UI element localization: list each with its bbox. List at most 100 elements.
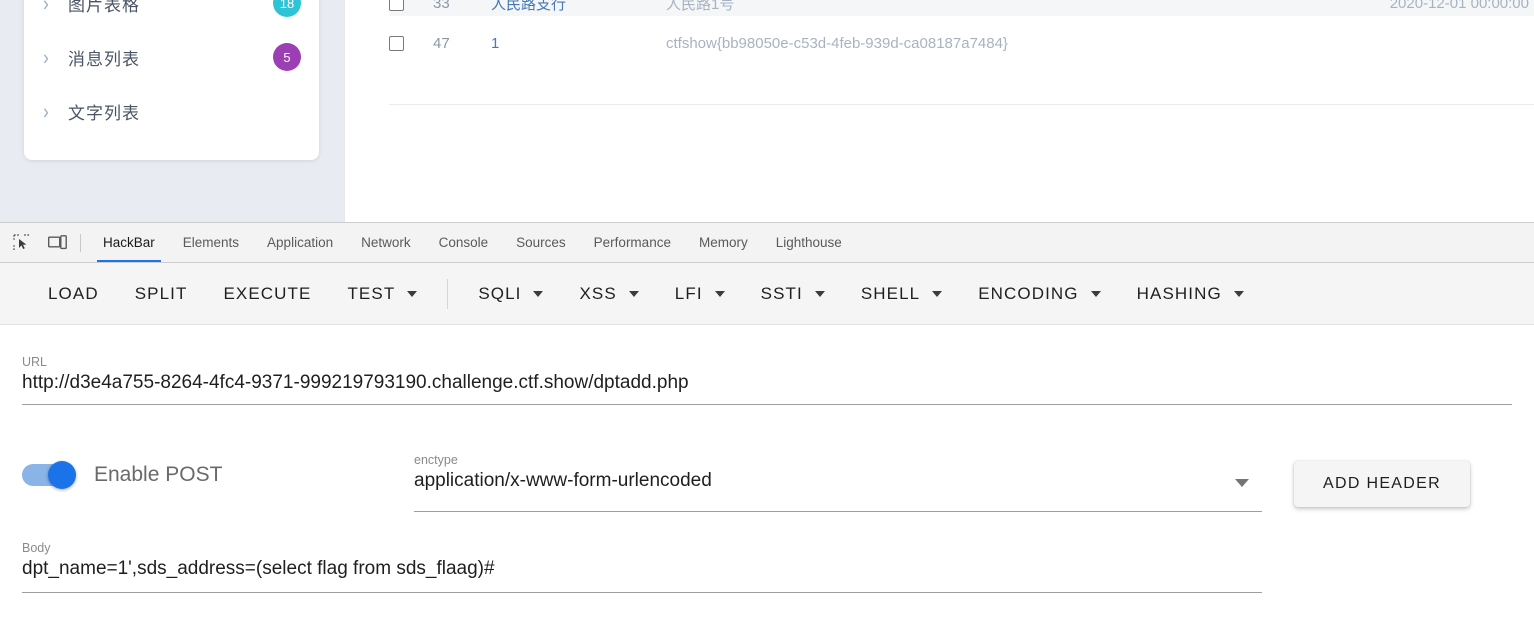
table-row[interactable]: 33 人民路支行 人民路1号 2020-12-01 00:00:00 bbox=[389, 0, 1534, 16]
button-label: XSS bbox=[579, 283, 617, 303]
button-label: SPLIT bbox=[134, 283, 188, 303]
ssti-menu[interactable]: SSTI bbox=[743, 278, 843, 310]
shell-menu[interactable]: SHELL bbox=[843, 278, 960, 310]
chevron-down-icon bbox=[932, 290, 943, 297]
body-label: Body bbox=[22, 541, 51, 555]
chevron-down-icon bbox=[407, 290, 418, 297]
load-button[interactable]: LOAD bbox=[30, 278, 117, 310]
chevron-right-icon: › bbox=[43, 0, 49, 15]
sidebar-item-badge: 18 bbox=[273, 0, 301, 17]
cell-id: 33 bbox=[433, 0, 450, 12]
tab-console[interactable]: Console bbox=[425, 223, 503, 262]
button-label: HASHING bbox=[1136, 283, 1222, 303]
url-field-group: URL http://d3e4a755-8264-4fc4-9371-99921… bbox=[22, 355, 1512, 394]
chevron-down-icon bbox=[714, 290, 725, 297]
sidebar-item-image-table[interactable]: › 图片表格 18 bbox=[24, 0, 319, 30]
chevron-down-icon bbox=[1233, 290, 1244, 297]
hackbar-toolbar: LOAD SPLIT EXECUTE TEST SQLI XSS LFI SST… bbox=[0, 263, 1534, 325]
chevron-down-icon bbox=[533, 290, 544, 297]
tab-hackbar[interactable]: HackBar bbox=[89, 223, 169, 262]
toolbar-divider bbox=[447, 278, 449, 309]
cell-flag-address: ctfshow{bb98050e-c53d-4feb-939d-ca08187a… bbox=[666, 34, 1008, 52]
table-panel: 33 人民路支行 人民路1号 2020-12-01 00:00:00 47 1 … bbox=[344, 0, 1534, 222]
tab-label: Console bbox=[438, 235, 489, 250]
button-label: TEST bbox=[347, 283, 396, 303]
tab-application[interactable]: Application bbox=[253, 223, 347, 262]
tab-label: Elements bbox=[182, 235, 240, 250]
button-label: SSTI bbox=[760, 283, 803, 303]
sidebar-item-label: 图片表格 bbox=[68, 0, 140, 16]
execute-button[interactable]: EXECUTE bbox=[205, 278, 329, 310]
body-input-underline bbox=[22, 592, 1262, 593]
row-checkbox-cell[interactable] bbox=[389, 35, 433, 51]
cell-id: 47 bbox=[433, 34, 450, 52]
cell-address: 人民路1号 bbox=[666, 0, 735, 13]
test-menu[interactable]: TEST bbox=[329, 278, 435, 310]
xss-menu[interactable]: XSS bbox=[561, 278, 656, 310]
toggle-knob bbox=[48, 461, 76, 489]
chevron-down-icon bbox=[1090, 290, 1101, 297]
tab-elements[interactable]: Elements bbox=[169, 223, 253, 262]
tab-label: Lighthouse bbox=[775, 235, 842, 250]
lfi-menu[interactable]: LFI bbox=[657, 278, 743, 310]
chevron-down-icon bbox=[814, 290, 825, 297]
enable-post-toggle[interactable]: Enable POST bbox=[22, 461, 222, 489]
button-label: ENCODING bbox=[978, 283, 1079, 303]
row-checkbox-cell[interactable] bbox=[389, 0, 433, 11]
chevron-down-icon bbox=[628, 290, 639, 297]
hackbar-form: URL http://d3e4a755-8264-4fc4-9371-99921… bbox=[0, 325, 1534, 617]
devtools-tabbar: HackBar Elements Application Network Con… bbox=[0, 223, 1534, 263]
sidebar-item-message-list[interactable]: › 消息列表 5 bbox=[24, 30, 319, 84]
cell-name[interactable]: 1 bbox=[491, 35, 666, 52]
encoding-menu[interactable]: ENCODING bbox=[960, 278, 1118, 310]
add-header-button[interactable]: ADD HEADER bbox=[1294, 461, 1470, 507]
table-row[interactable]: 47 1 ctfshow{bb98050e-c53d-4feb-939d-ca0… bbox=[389, 16, 1534, 70]
sqli-menu[interactable]: SQLI bbox=[460, 278, 561, 310]
checkbox-icon[interactable] bbox=[389, 0, 404, 11]
button-label: SQLI bbox=[478, 283, 522, 303]
tab-lighthouse[interactable]: Lighthouse bbox=[762, 223, 856, 262]
tab-label: Performance bbox=[593, 235, 671, 250]
table-bottom-divider bbox=[389, 104, 1534, 105]
sidebar-item-badge: 5 bbox=[273, 43, 301, 71]
chevron-down-icon[interactable] bbox=[1235, 479, 1249, 487]
post-options-row: Enable POST enctype application/x-www-fo… bbox=[22, 453, 1512, 513]
tab-network[interactable]: Network bbox=[347, 223, 425, 262]
devtools-panel: HackBar Elements Application Network Con… bbox=[0, 222, 1534, 636]
enctype-select-underline bbox=[414, 511, 1262, 512]
tab-sources[interactable]: Sources bbox=[502, 223, 580, 262]
enctype-select[interactable]: application/x-www-form-urlencoded bbox=[414, 470, 1262, 492]
checkbox-icon[interactable] bbox=[389, 35, 404, 51]
cell-time: 2020-12-01 00:00:00 bbox=[1389, 0, 1529, 12]
button-label: ADD HEADER bbox=[1323, 475, 1441, 492]
cell-name[interactable]: 人民路支行 bbox=[491, 0, 666, 14]
hashing-menu[interactable]: HASHING bbox=[1119, 278, 1262, 310]
sidebar-item-text-list[interactable]: › 文字列表 bbox=[24, 84, 319, 138]
tab-label: HackBar bbox=[103, 235, 155, 250]
inspect-element-icon[interactable] bbox=[6, 229, 36, 257]
device-toolbar-icon[interactable] bbox=[42, 229, 72, 257]
web-page-region: › 图片表格 18 › 消息列表 5 › 文字列表 33 人民路支行 人民路1号… bbox=[0, 0, 1534, 222]
tab-label: Memory bbox=[698, 235, 748, 250]
tab-memory[interactable]: Memory bbox=[685, 223, 762, 262]
toggle-track[interactable] bbox=[22, 461, 76, 489]
enctype-field-group: enctype application/x-www-form-urlencode… bbox=[414, 453, 1262, 492]
enctype-label: enctype bbox=[414, 453, 458, 467]
body-input[interactable]: dpt_name=1',sds_address=(select flag fro… bbox=[22, 558, 1262, 580]
tab-performance[interactable]: Performance bbox=[580, 223, 685, 262]
chevron-right-icon: › bbox=[43, 99, 49, 123]
url-label: URL bbox=[22, 355, 48, 369]
button-label: LFI bbox=[674, 283, 703, 303]
toolbar-divider bbox=[80, 233, 81, 252]
sidebar-item-label: 文字列表 bbox=[68, 103, 140, 124]
body-field-group: Body dpt_name=1',sds_address=(select fla… bbox=[22, 541, 1262, 580]
tab-label: Network bbox=[361, 235, 411, 250]
split-button[interactable]: SPLIT bbox=[117, 278, 206, 310]
url-input[interactable]: http://d3e4a755-8264-4fc4-9371-999219793… bbox=[22, 372, 1512, 394]
data-table: 33 人民路支行 人民路1号 2020-12-01 00:00:00 47 1 … bbox=[389, 0, 1534, 70]
chevron-right-icon: › bbox=[43, 45, 49, 69]
sidebar-item-label: 消息列表 bbox=[68, 49, 140, 70]
devtools-page: › 图片表格 18 › 消息列表 5 › 文字列表 33 人民路支行 人民路1号… bbox=[0, 0, 1534, 636]
tab-label: Sources bbox=[516, 235, 566, 250]
button-label: SHELL bbox=[860, 283, 921, 303]
